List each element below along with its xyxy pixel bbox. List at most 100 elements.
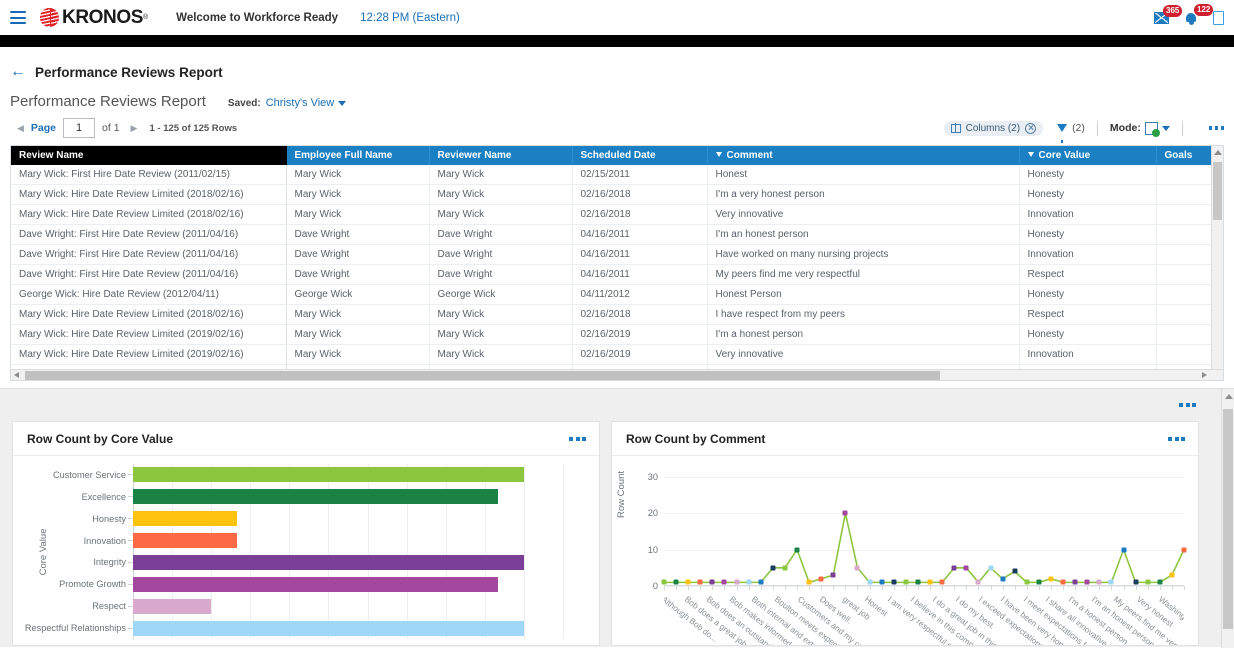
line-chart-data-point[interactable] <box>685 579 691 585</box>
line-chart-data-point[interactable] <box>1133 579 1139 585</box>
line-chart-data-point[interactable] <box>939 579 945 585</box>
line-chart-data-point[interactable] <box>673 579 679 585</box>
table-row[interactable]: Dave Wright: First Hire Date Review (201… <box>11 264 1213 285</box>
line-chart-data-point[interactable] <box>661 579 667 585</box>
line-chart-data-point[interactable] <box>854 565 860 571</box>
scroll-up-icon[interactable] <box>1214 150 1222 155</box>
next-page-icon[interactable]: ▶ <box>131 123 138 134</box>
line-chart-data-point[interactable] <box>721 579 727 585</box>
table-row[interactable]: Dave Wright: First Hire Date Review (201… <box>11 244 1213 265</box>
back-arrow-icon[interactable]: ← <box>10 64 26 80</box>
more-options-button[interactable] <box>1208 126 1224 130</box>
close-icon[interactable] <box>1025 122 1037 134</box>
column-header-core-value[interactable]: Core Value <box>1019 146 1157 165</box>
bar-chart-bar[interactable] <box>133 620 524 636</box>
line-chart-data-point[interactable] <box>927 579 933 585</box>
line-chart-data-point[interactable] <box>1157 579 1163 585</box>
line-chart-data-point[interactable] <box>746 579 752 585</box>
line-chart-data-point[interactable] <box>770 565 776 571</box>
line-chart-body: Row Count 0 10 20 30 Although Bob do... Bob … <box>612 456 1198 645</box>
line-chart-more-button[interactable] <box>1168 436 1185 441</box>
line-chart-data-point[interactable] <box>697 579 703 585</box>
column-header-reviewer-name[interactable]: Reviewer Name <box>429 146 573 165</box>
bar-chart-bar[interactable] <box>133 554 524 570</box>
line-chart-data-point[interactable] <box>842 510 848 516</box>
bar-chart-bar[interactable] <box>133 467 524 483</box>
table-row[interactable]: Mary Wick: Hire Date Review Limited (201… <box>11 204 1213 225</box>
page-number-input[interactable] <box>63 118 96 138</box>
bar-chart-bar[interactable] <box>133 598 212 614</box>
column-header-employee-full-name[interactable]: Employee Full Name <box>286 146 430 165</box>
line-chart-data-point[interactable] <box>891 579 897 585</box>
line-chart-data-point[interactable] <box>879 579 885 585</box>
notifications-button[interactable]: 122 <box>1185 4 1214 25</box>
table-row[interactable]: George Wick: Hire Date Review (2012/04/1… <box>11 284 1213 305</box>
line-chart-data-point[interactable] <box>794 547 800 553</box>
line-chart-data-point[interactable] <box>1048 576 1054 582</box>
mode-selector[interactable]: Mode: <box>1110 121 1170 137</box>
line-chart-data-point[interactable] <box>1181 547 1187 553</box>
bar-chart-bar[interactable] <box>133 576 498 592</box>
line-chart-data-point[interactable] <box>1000 576 1006 582</box>
line-chart-x-tick <box>1050 586 1052 590</box>
bar-chart-bar[interactable] <box>133 511 238 527</box>
column-header-goals[interactable]: Goals <box>1156 146 1213 165</box>
line-chart-data-point[interactable] <box>867 579 873 585</box>
table-row[interactable]: Mary Wick: First Hire Date Review (2011/… <box>11 165 1213 185</box>
line-chart-data-point[interactable] <box>1084 579 1090 585</box>
line-chart-data-point[interactable] <box>1096 579 1102 585</box>
line-chart-data-point[interactable] <box>782 565 788 571</box>
column-header-scheduled-date[interactable]: Scheduled Date <box>572 146 708 165</box>
bar-chart-bar[interactable] <box>133 489 498 505</box>
line-chart-data-point[interactable] <box>830 572 836 578</box>
clock-time[interactable]: 12:28 PM (Eastern) <box>360 12 460 24</box>
charts-scroll-thumb[interactable] <box>1223 409 1233 629</box>
bar-chart-more-button[interactable] <box>569 436 586 441</box>
horizontal-scroll-thumb[interactable] <box>25 371 940 380</box>
filter-button[interactable]: (2) <box>1057 122 1085 143</box>
table-row[interactable]: Mary Wick: Hire Date Review Limited (201… <box>11 344 1213 365</box>
table-cell: George Wick <box>429 284 573 305</box>
charts-panel-more-button[interactable] <box>1179 403 1196 407</box>
line-chart-data-point[interactable] <box>1145 579 1151 585</box>
table-row[interactable]: Mary Wick: Hire Date Review Limited (201… <box>11 304 1213 325</box>
table-row[interactable]: Dave Wright: First Hire Date Review (201… <box>11 224 1213 245</box>
line-chart-data-point[interactable] <box>1072 579 1078 585</box>
line-chart-data-point[interactable] <box>1024 579 1030 585</box>
line-chart-data-point[interactable] <box>758 579 764 585</box>
documents-button[interactable] <box>1213 10 1224 25</box>
line-chart-data-point[interactable] <box>1121 547 1127 553</box>
line-chart-data-point[interactable] <box>709 579 715 585</box>
vertical-scroll-thumb[interactable] <box>1213 162 1222 220</box>
scroll-left-icon[interactable] <box>14 372 19 378</box>
line-chart-data-point[interactable] <box>1060 579 1066 585</box>
table-row[interactable]: Mary Wick: Hire Date Review Limited (201… <box>11 184 1213 205</box>
hamburger-menu-icon[interactable] <box>10 11 26 24</box>
line-chart-data-point[interactable] <box>1012 568 1018 574</box>
line-chart-data-point[interactable] <box>903 579 909 585</box>
line-chart-data-point[interactable] <box>951 565 957 571</box>
saved-view-dropdown[interactable]: Christy's View <box>266 97 347 109</box>
previous-page-icon[interactable]: ◀ <box>17 123 24 134</box>
table-vertical-scrollbar[interactable] <box>1211 146 1223 380</box>
table-horizontal-scrollbar[interactable] <box>11 369 1223 380</box>
line-chart-data-point[interactable] <box>818 576 824 582</box>
charts-panel-scrollbar[interactable] <box>1221 389 1234 648</box>
line-chart-data-point[interactable] <box>975 579 981 585</box>
line-chart-data-point[interactable] <box>1108 579 1114 585</box>
scroll-right-icon[interactable] <box>1202 372 1207 378</box>
messages-button[interactable]: 365 <box>1154 4 1183 24</box>
column-header-comment[interactable]: Comment <box>707 146 1020 165</box>
line-chart-data-point[interactable] <box>806 579 812 585</box>
line-chart-data-point[interactable] <box>734 579 740 585</box>
line-chart-data-point[interactable] <box>1036 579 1042 585</box>
line-chart-data-point[interactable] <box>963 565 969 571</box>
columns-chip-button[interactable]: Columns (2) <box>943 120 1044 136</box>
charts-scroll-up-icon[interactable] <box>1224 394 1233 399</box>
bar-chart-bar[interactable] <box>133 533 238 549</box>
table-row[interactable]: Mary Wick: Hire Date Review Limited (201… <box>11 324 1213 345</box>
column-header-review-name[interactable]: Review Name <box>11 146 287 165</box>
line-chart-data-point[interactable] <box>988 565 993 571</box>
line-chart-data-point[interactable] <box>915 579 921 585</box>
line-chart-data-point[interactable] <box>1169 572 1175 578</box>
